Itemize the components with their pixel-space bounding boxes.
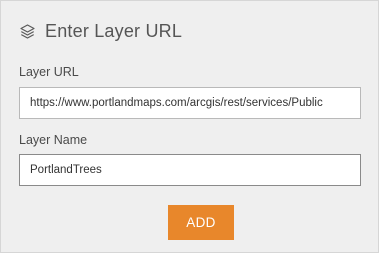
layer-url-input[interactable] [19, 87, 361, 119]
layer-url-label: Layer URL [19, 65, 79, 79]
enter-layer-url-panel: Enter Layer URL Layer URL Layer Name ADD [0, 0, 379, 253]
layers-icon [19, 23, 36, 40]
page-title: Enter Layer URL [45, 20, 183, 41]
layer-name-input[interactable] [19, 154, 361, 186]
layer-name-label: Layer Name [19, 133, 88, 147]
panel-header: Enter Layer URL [19, 19, 182, 43]
add-button[interactable]: ADD [168, 205, 234, 240]
